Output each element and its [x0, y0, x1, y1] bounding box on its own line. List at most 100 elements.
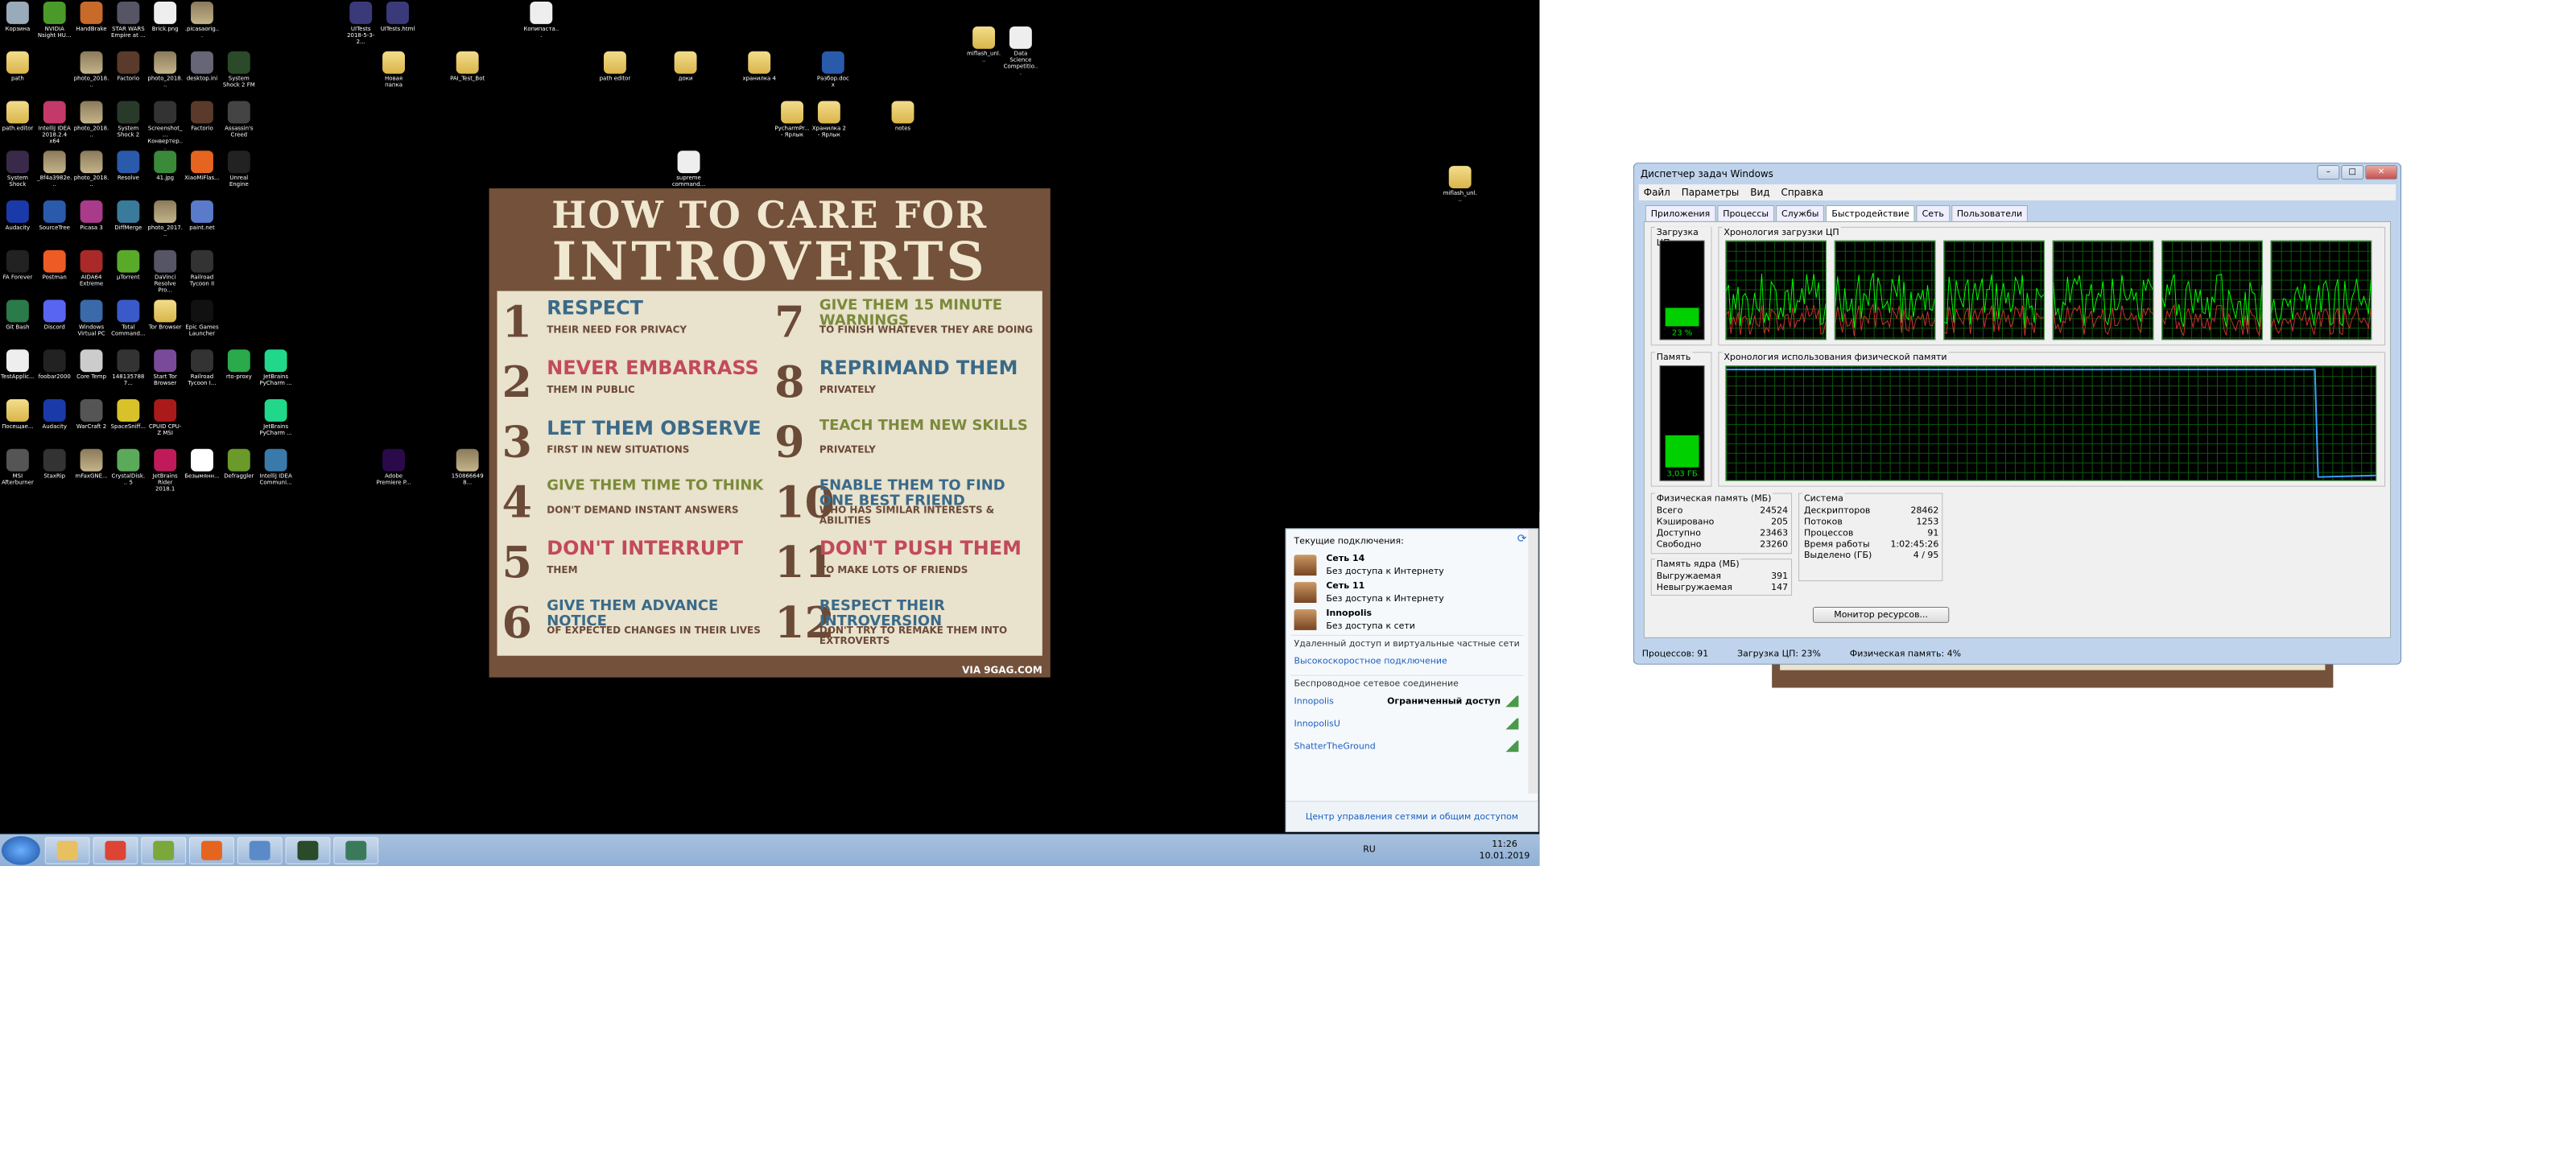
close-button[interactable]: ✕: [2365, 165, 2398, 180]
desktop-icon[interactable]: photo_2018...: [74, 149, 109, 199]
desktop-icon[interactable]: µTorrent: [110, 249, 146, 299]
desktop-icon[interactable]: Unreal Engine: [221, 149, 257, 199]
desktop-icon[interactable]: Новая папка: [376, 50, 411, 100]
connection-item[interactable]: Сеть 11 Без доступа к Интернету: [1294, 579, 1519, 609]
desktop-icon[interactable]: Windows Virtual PC: [74, 299, 109, 349]
section-wireless[interactable]: Беспроводное сетевое соединение: [1290, 674, 1524, 691]
wifi-network[interactable]: ShatterTheGround: [1294, 737, 1519, 755]
desktop-icon[interactable]: System Shock 2 FM: [221, 50, 257, 100]
desktop-icon[interactable]: Factorio: [184, 100, 220, 150]
desktop-icon[interactable]: IntelliJ IDEA 2018.2.4 x64: [37, 100, 72, 150]
desktop-icon[interactable]: JetBrains PyCharm ...: [258, 398, 294, 448]
desktop-icon[interactable]: Tor Browser: [147, 299, 183, 349]
desktop-icon[interactable]: desktop.ini: [184, 50, 220, 100]
desktop-icon[interactable]: Picasa 3: [74, 199, 109, 249]
desktop-icon[interactable]: Audacity: [37, 398, 72, 448]
desktop-icon[interactable]: CPUID CPU-Z MSI: [147, 398, 183, 448]
highspeed-connection[interactable]: Высокоскоростное подключение: [1294, 653, 1519, 670]
desktop-icon[interactable]: notes: [886, 100, 921, 150]
desktop-icon[interactable]: 1508666498...: [450, 448, 485, 497]
desktop-icon[interactable]: SourceTree: [37, 199, 72, 249]
menu-item[interactable]: Файл: [1644, 187, 1670, 198]
desktop-icon[interactable]: JetBrains PyCharm ...: [258, 348, 294, 398]
wifi-network[interactable]: Innopolis Ограниченный доступ: [1294, 693, 1519, 711]
desktop-icon[interactable]: Postman: [37, 249, 72, 299]
menu-item[interactable]: Вид: [1750, 187, 1769, 198]
desktop-icon[interactable]: JetBrains Rider 2018.1: [147, 448, 183, 497]
tab[interactable]: Пользователи: [1951, 204, 2029, 222]
desktop-icon[interactable]: Хранилка 2 - Ярлык: [811, 100, 847, 150]
maximize-button[interactable]: □: [2341, 165, 2364, 180]
desktop-icon[interactable]: Discord: [37, 299, 72, 349]
desktop-icon[interactable]: .picasaorig...: [184, 0, 220, 50]
desktop-icon[interactable]: FA Forever: [0, 249, 35, 299]
desktop-icon[interactable]: StaxRip: [37, 448, 72, 497]
desktop-icon[interactable]: path: [0, 50, 35, 100]
monitor-taskbar-button[interactable]: [333, 836, 379, 864]
desktop-icon[interactable]: UITests 2018-5-3-2...: [343, 0, 378, 50]
desktop-icon[interactable]: Core Temp: [74, 348, 109, 398]
desktop-icon[interactable]: path.editor: [0, 100, 35, 150]
desktop-icon[interactable]: Railroad Tycoon I...: [184, 348, 220, 398]
tab[interactable]: Службы: [1775, 204, 1825, 222]
desktop-icon[interactable]: Adobe Premiere P...: [376, 448, 411, 497]
desktop-icon[interactable]: Brick.png: [147, 0, 183, 50]
desktop-icon[interactable]: Railroad Tycoon II: [184, 249, 220, 299]
start-button[interactable]: [1, 835, 40, 865]
desktop-icon[interactable]: MSI Afterburner: [0, 448, 35, 497]
menu-item[interactable]: Параметры: [1682, 187, 1740, 198]
desktop-icon[interactable]: System Shock 2: [110, 100, 146, 150]
desktop-icon[interactable]: path editor: [597, 50, 633, 100]
tab[interactable]: Процессы: [1717, 204, 1774, 222]
desktop-icon[interactable]: Start Tor Browser: [147, 348, 183, 398]
desktop-icon[interactable]: Factorio: [110, 50, 146, 100]
section-remote-access[interactable]: Удаленный доступ и виртуальные частные с…: [1290, 634, 1524, 651]
tab[interactable]: Сеть: [1916, 204, 1950, 222]
tab[interactable]: Приложения: [1645, 204, 1716, 222]
explorer-taskbar-button[interactable]: [44, 836, 90, 864]
desktop-icon[interactable]: IntelliJ IDEA Communi...: [258, 448, 294, 497]
desktop-icon[interactable]: CrystalDisk... 5: [110, 448, 146, 497]
clock[interactable]: 11:26 10.01.2019: [1480, 838, 1530, 862]
desktop-icon[interactable]: TestApplic...: [0, 348, 35, 398]
desktop-icon[interactable]: Корзина: [0, 0, 35, 50]
desktop-icon[interactable]: _8f4a3982e...: [37, 149, 72, 199]
mi-taskbar-button[interactable]: [189, 836, 234, 864]
desktop-icon[interactable]: PAI_Test_Bot: [450, 50, 485, 100]
refresh-icon[interactable]: ⟳: [1517, 532, 1527, 545]
desktop-icon[interactable]: Разбор.docx: [815, 50, 851, 100]
desktop-icon[interactable]: Assassin's Creed: [221, 100, 257, 150]
desktop-icon[interactable]: photo_2018...: [147, 50, 183, 100]
language-indicator[interactable]: RU: [1363, 844, 1376, 855]
desktop-icon[interactable]: NVIDIA Nsight HU...: [37, 0, 72, 50]
desktop-icon[interactable]: HandBrake: [74, 0, 109, 50]
desktop-icon[interactable]: Total Command...: [110, 299, 146, 349]
desktop-icon[interactable]: Git Bash: [0, 299, 35, 349]
desktop-icon[interactable]: photo_2017...: [147, 199, 183, 249]
desktop-icon[interactable]: miflash_unl...: [966, 25, 1001, 75]
desktop-icon[interactable]: miflash_unl...: [1443, 164, 1478, 214]
network-center-link[interactable]: Центр управления сетями и общим доступом: [1286, 801, 1538, 831]
desktop-icon[interactable]: System Shock: [0, 149, 35, 199]
desktop-icon[interactable]: Копипаста...: [523, 0, 559, 50]
desktop-icon[interactable]: foobar2000: [37, 348, 72, 398]
connection-item[interactable]: Сеть 14 Без доступа к Интернету: [1294, 551, 1519, 582]
desktop-icon[interactable]: DiffMerge: [110, 199, 146, 249]
desktop-icon[interactable]: UITests.html: [380, 0, 415, 50]
desktop-icon[interactable]: paint.net: [184, 199, 220, 249]
desktop-icon[interactable]: 41.jpg: [147, 149, 183, 199]
desktop-icon[interactable]: Посещае...: [0, 398, 35, 448]
menu-item[interactable]: Справка: [1781, 187, 1823, 198]
desktop-icon[interactable]: доки: [668, 50, 704, 100]
flyout-scrollbar[interactable]: [1528, 529, 1538, 794]
connection-item[interactable]: Innopolis Без доступа к сети: [1294, 606, 1519, 637]
desktop-icon[interactable]: хранилка 4: [741, 50, 777, 100]
desktop-icon[interactable]: Безымянн...: [184, 448, 220, 497]
desktop-icon[interactable]: SpaceSniff...: [110, 398, 146, 448]
desktop-icon[interactable]: Defraggler: [221, 448, 257, 497]
network-taskbar-button[interactable]: [237, 836, 283, 864]
desktop-icon[interactable]: STAR WARS Empire at ...: [110, 0, 146, 50]
desktop-icon[interactable]: rto-proxy: [221, 348, 257, 398]
wifi-network[interactable]: InnopolisU: [1294, 715, 1519, 732]
game-taskbar-button[interactable]: [285, 836, 331, 864]
